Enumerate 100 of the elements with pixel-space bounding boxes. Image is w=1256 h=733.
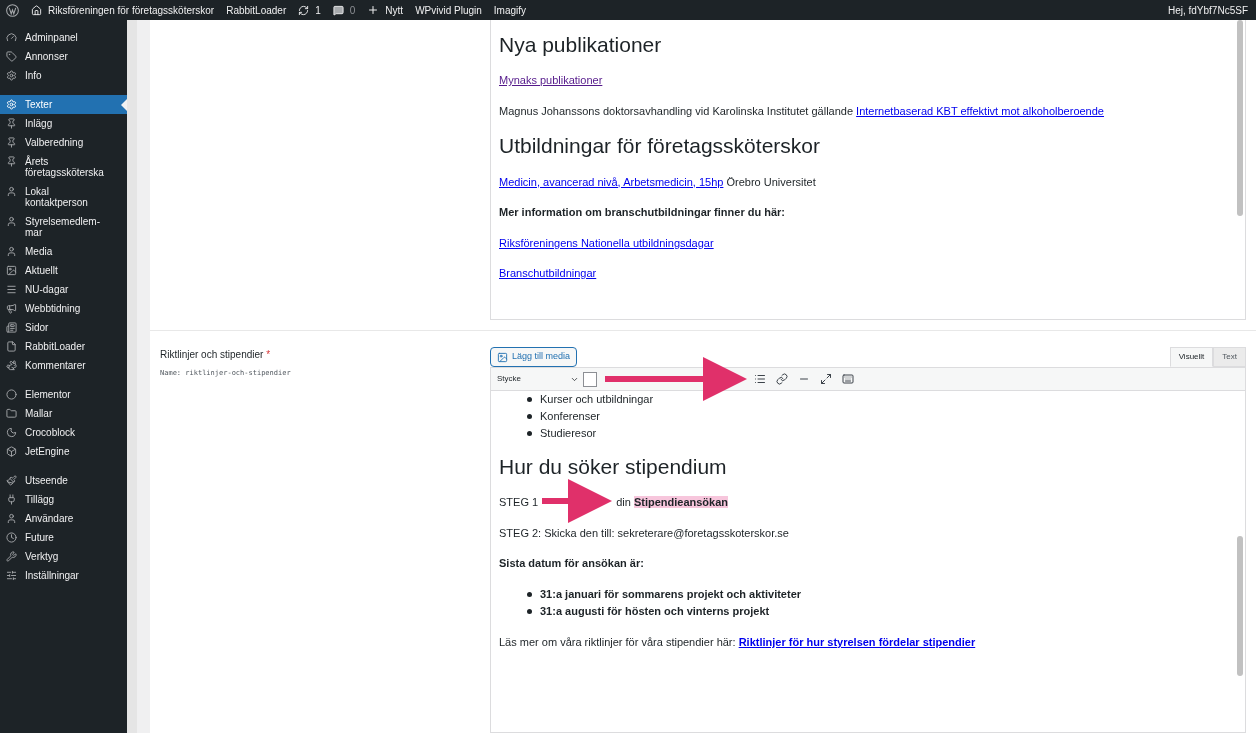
text-link[interactable]: Riktlinjer för hur styrelsen fördelar stipendier [738, 635, 976, 648]
sidebar-item[interactable]: Inlägg [0, 114, 127, 133]
sidebar-item[interactable]: JetEngine [0, 442, 127, 461]
menu-icon [6, 32, 17, 43]
admin-bar-link[interactable]: RabbitLoader [226, 2, 287, 18]
menu-icon [6, 475, 17, 486]
list-item: Kurser och utbildningar [540, 392, 654, 407]
menu-icon [6, 246, 17, 257]
sidebar-item[interactable]: Media [0, 242, 127, 261]
pointer-arrow [542, 479, 613, 524]
text-link[interactable]: Mynaks publikationer [499, 74, 603, 87]
menu-icon [6, 284, 17, 295]
menu-icon [6, 341, 17, 352]
menu-icon [6, 427, 17, 438]
menu-icon [6, 118, 17, 129]
sidebar-item[interactable]: Användare [0, 509, 127, 528]
color-swatch[interactable] [583, 371, 597, 387]
sidebar-item[interactable]: Texter [0, 95, 127, 114]
content-paragraph: Magnus Johanssons doktorsavhandling vid Karolinska Institutet gällande Internetbaserad KBT effektivt mot alkoholberoende [499, 103, 1105, 119]
content-paragraph: Medicin, avancerad nivå, Arbetsmedicin, 15hp Örebro Universitet [499, 174, 817, 190]
bullet-icon [527, 608, 532, 614]
admin-bar-link[interactable]: Riksföreningen för företagssköterskor [48, 2, 215, 18]
editor-tab[interactable]: Visuellt [1169, 347, 1214, 367]
content-paragraph: STEG 1 din Stipendieansökan [499, 494, 1237, 511]
menu-icon [6, 389, 17, 400]
scrollbar[interactable] [1237, 20, 1243, 216]
menu-icon [6, 532, 17, 543]
sidebar-item[interactable]: Årets företagssköterska [0, 152, 127, 182]
menu-icon [6, 303, 17, 314]
admin-bar-link[interactable]: WPvivid Plugin [415, 2, 482, 18]
menu-icon [6, 408, 17, 419]
sidebar-item[interactable]: Aktuellt [0, 261, 127, 280]
sidebar-item[interactable]: RabbitLoader [0, 337, 127, 356]
link-icon[interactable] [776, 373, 788, 385]
content-editor[interactable]: Kurser och utbildningar Konferenser Studieresor Hur du söker stipendium STEG 1 din Stipendieansökan STEG 2: Skicka den till: sekreterare@foretagsskoterskor.se Sista datum för ansökan är: 31:a januari för sommarens projekt och aktiviteter 31:a augusti för hösten och vinterns projekt Läs mer om våra riktlinjer för våra stipendier här: Riktlinjer för hur styrelsen fördelar stipendier [490, 391, 1246, 733]
admin-bar-link[interactable]: Imagify [493, 2, 527, 18]
text-link[interactable]: Medicin, avancerad nivå, Arbetsmedicin, 15hp [499, 175, 724, 188]
sidebar-item[interactable]: Utseende [0, 471, 127, 490]
sidebar-item[interactable]: Verktyg [0, 547, 127, 566]
menu-icon [6, 137, 17, 148]
sidebar-item[interactable]: Styrelsemedlem-mar [0, 212, 127, 242]
sidebar-item[interactable]: Info [0, 66, 127, 85]
menu-icon [6, 186, 17, 197]
highlighted-text: Stipendieansökan [633, 496, 728, 509]
home-icon [31, 4, 42, 16]
bullet-icon [527, 591, 532, 597]
menu-icon [6, 216, 17, 227]
content-heading: Hur du söker stipendium [499, 454, 728, 480]
sidebar-item[interactable]: Kommentarer [0, 356, 127, 375]
sidebar-item[interactable]: Valberedning [0, 133, 127, 152]
menu-icon [6, 446, 17, 457]
comment-icon [332, 4, 344, 16]
text-link[interactable]: Riksföreningens Nationella utbildningsdagar [499, 236, 714, 249]
bullet-icon [527, 414, 532, 419]
menu-icon [6, 494, 17, 505]
menu-icon [6, 156, 17, 167]
menu-icon [6, 99, 17, 110]
toolbar-toggle-icon[interactable] [842, 373, 854, 385]
content-heading: Utbildningar för företagssköterskor [499, 133, 821, 160]
sidebar-item[interactable]: Future [0, 528, 127, 547]
bullet-icon [527, 397, 532, 402]
bullet-icon [527, 431, 532, 436]
menu-icon [6, 322, 17, 333]
menu-icon [6, 265, 17, 276]
list-item: Konferenser [540, 409, 600, 424]
sidebar-item[interactable]: Adminpanel [0, 28, 127, 47]
sidebar-item[interactable]: Inställningar [0, 566, 127, 585]
menu-icon [6, 570, 17, 581]
sidebar-item[interactable]: Crocoblock [0, 423, 127, 442]
scrollbar[interactable] [1237, 536, 1243, 676]
sidebar-item[interactable]: NU-dagar [0, 280, 127, 299]
sidebar-item[interactable]: Mallar [0, 404, 127, 423]
admin-bar-link[interactable]: 1 [315, 2, 321, 18]
format-select[interactable]: Stycke [497, 373, 579, 385]
plus-icon [367, 4, 380, 16]
list-item: 31:a augusti för hösten och vinterns projekt [540, 603, 770, 619]
editor-tab[interactable]: Text [1213, 347, 1246, 367]
sidebar-item[interactable]: Webbtidning [0, 299, 127, 318]
sidebar-item[interactable]: Tillägg [0, 490, 127, 509]
content-editor[interactable]: Nya publikationer Mynaks publikationer Magnus Johanssons doktorsavhandling vid Karolinska Institutet gällande Internetbaserad KBT effektivt mot alkoholberoende Utbildningar för företagssköterskor Medicin, avancerad nivå, Arbetsmedicin, 15hp Örebro Universitet Mer information om branschutbildningar finner du här: Riksföreningens Nationella utbildningsdagar Branschutbildningar [490, 20, 1246, 320]
sidebar-item[interactable]: Annonser [0, 47, 127, 66]
admin-bar-link[interactable]: 0 [349, 2, 356, 18]
sidebar-item[interactable]: Sidor [0, 318, 127, 337]
menu-icon [6, 513, 17, 524]
list-icon[interactable] [754, 373, 766, 385]
menu-icon [6, 51, 17, 62]
sidebar-item[interactable]: Elementor [0, 385, 127, 404]
list-item: 31:a januari för sommarens projekt och aktiviteter [540, 586, 802, 602]
content-paragraph: Läs mer om våra riktlinjer för våra stipendier här: Riktlinjer för hur styrelsen fördelar stipendier [499, 634, 977, 650]
content-paragraph: STEG 2: Skicka den till: sekreterare@foretagsskoterskor.se [499, 525, 790, 541]
sidebar-item[interactable]: Lokal kontaktperson [0, 182, 127, 212]
fullscreen-icon[interactable] [820, 373, 832, 385]
text-link[interactable]: Internetbaserad KBT effektivt mot alkoholberoende [856, 104, 1104, 117]
text-link[interactable]: Branschutbildningar [499, 267, 597, 279]
wordpress-logo-icon[interactable] [6, 3, 19, 17]
add-media-button[interactable]: Lägg till media [490, 347, 578, 367]
admin-bar-link[interactable]: Nytt [385, 2, 404, 18]
field-label: Riktlinjer och stipendier * [160, 348, 272, 362]
media-icon [497, 351, 508, 363]
greeting-text[interactable]: Hej, fdYbf7Nc5SF [1167, 2, 1248, 18]
